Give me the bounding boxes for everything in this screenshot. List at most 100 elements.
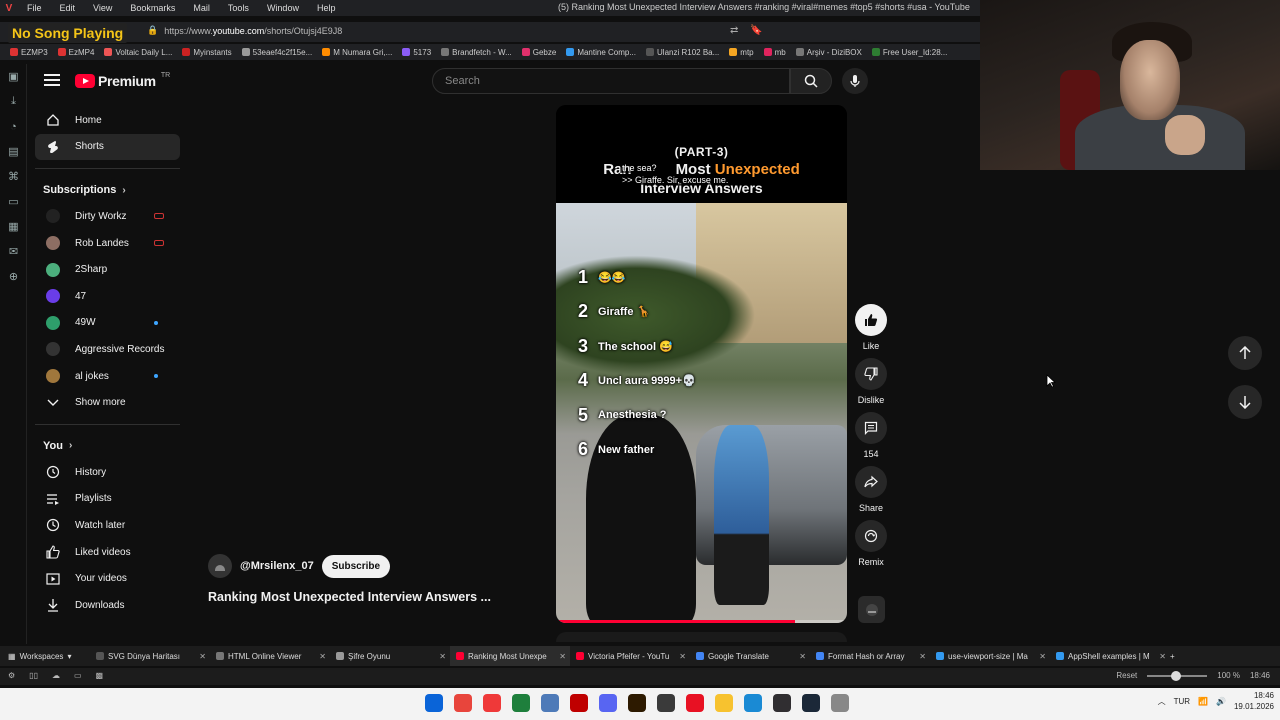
app-icon-3[interactable] xyxy=(831,694,849,712)
browser-tab[interactable]: Victoria Pfeifer - YouTu ✕ xyxy=(570,646,690,666)
record-icon[interactable] xyxy=(686,694,704,712)
bookmark-item[interactable]: Arşiv - DiziBOX xyxy=(795,48,862,57)
bookmark-item[interactable]: Mantine Comp... xyxy=(566,48,636,57)
url-text[interactable]: https://www.youtube.com/shorts/Otujsj4E9… xyxy=(164,26,342,36)
search-button[interactable] xyxy=(790,68,832,94)
search-input[interactable]: Search xyxy=(432,68,790,94)
channel-handle[interactable]: @Mrsilenx_07 xyxy=(240,560,314,572)
sidebar-item-history[interactable]: History xyxy=(35,459,180,486)
previous-short-button[interactable] xyxy=(1228,336,1262,370)
bookmark-item[interactable]: mb xyxy=(763,48,786,57)
menu-tools[interactable]: Tools xyxy=(219,3,258,13)
subscribe-button[interactable]: Subscribe xyxy=(321,554,391,578)
tab-close-icon[interactable]: ✕ xyxy=(1159,652,1166,661)
discord-icon[interactable] xyxy=(599,694,617,712)
tray-overflow-icon[interactable]: ︿ xyxy=(1158,696,1166,707)
sidebar-item-channel[interactable]: Rob Landes xyxy=(35,230,180,257)
workspaces-button[interactable]: ▦ Workspaces ▾ xyxy=(0,652,90,661)
sidebar-item-channel[interactable]: 47 xyxy=(35,283,180,310)
sidebar-item-channel[interactable]: al jokes xyxy=(35,363,180,390)
sidebar-item-shorts[interactable]: Shorts xyxy=(35,133,180,161)
cloud-sync-icon[interactable]: ☁ xyxy=(52,671,60,680)
remix-button[interactable] xyxy=(855,520,887,552)
tab-close-icon[interactable]: ✕ xyxy=(439,652,446,661)
language-indicator[interactable]: TUR xyxy=(1174,697,1190,706)
subscriptions-header[interactable]: Subscriptions › xyxy=(35,177,180,203)
sound-thumbnail[interactable] xyxy=(858,596,885,623)
sidebar-item-home[interactable]: Home xyxy=(35,107,180,134)
sidebar-item-channel[interactable]: Dirty Workz xyxy=(35,203,180,230)
bookmark-item[interactable]: Brandfetch - W... xyxy=(441,48,512,57)
app-icon-2[interactable] xyxy=(657,694,675,712)
browser-tab[interactable]: use-viewport-size | Ma ✕ xyxy=(930,646,1050,666)
browser-tab[interactable]: Şifre Oyunu ✕ xyxy=(330,646,450,666)
sidebar-item-liked-videos[interactable]: Liked videos xyxy=(35,539,180,566)
tab-close-icon[interactable]: ✕ xyxy=(559,652,566,661)
image-icon[interactable]: ▩ xyxy=(96,671,104,680)
short-title[interactable]: Ranking Most Unexpected Interview Answer… xyxy=(208,590,491,604)
bookmark-item[interactable]: Free User_Id:28... xyxy=(871,48,947,57)
tab-close-icon[interactable]: ✕ xyxy=(799,652,806,661)
sidebar-item-downloads[interactable]: Downloads xyxy=(35,592,180,619)
tab-close-icon[interactable]: ✕ xyxy=(919,652,926,661)
panel-feeds-icon[interactable]: ✉ xyxy=(0,239,27,264)
bookmark-item[interactable]: Ulanzi R102 Ba... xyxy=(646,48,719,57)
panel-bookmarks-icon[interactable]: ▣ xyxy=(0,64,27,89)
sidebar-item-your-videos[interactable]: Your videos xyxy=(35,565,180,592)
zoom-slider[interactable] xyxy=(1147,670,1208,681)
share-button[interactable] xyxy=(855,466,887,498)
menu-file[interactable]: File xyxy=(18,3,51,13)
next-short-preview[interactable] xyxy=(556,632,847,642)
filezilla-icon[interactable] xyxy=(570,694,588,712)
translate-icon[interactable]: ⇄ xyxy=(730,25,738,36)
browser-tab[interactable]: SVG Dünya Haritası ✕ xyxy=(90,646,210,666)
volume-icon[interactable]: 🔊 xyxy=(1216,697,1226,706)
comments-button[interactable] xyxy=(855,412,887,444)
panel-translate-icon[interactable]: ⌘ xyxy=(0,164,27,189)
illustrator-icon[interactable] xyxy=(628,694,646,712)
menu-help[interactable]: Help xyxy=(308,3,345,13)
sidebar-item-channel[interactable]: 2Sharp xyxy=(35,256,180,283)
sidebar-item-channel[interactable]: 49W xyxy=(35,310,180,337)
menu-bookmarks[interactable]: Bookmarks xyxy=(121,3,184,13)
bookmark-item[interactable]: EZMP3 xyxy=(10,48,48,57)
menu-mail[interactable]: Mail xyxy=(184,3,219,13)
bookmark-item[interactable]: EzMP4 xyxy=(57,48,94,57)
bookmark-item[interactable]: Voltaic Daily L... xyxy=(104,48,172,57)
vivaldi-logo-icon[interactable]: V xyxy=(0,3,18,14)
explorer-icon[interactable] xyxy=(715,694,733,712)
sidebar-item-playlists[interactable]: Playlists xyxy=(35,486,180,513)
bookmark-item[interactable]: Gebze xyxy=(521,48,556,57)
bookmark-item[interactable]: 5173 xyxy=(402,48,431,57)
panel-toggle-icon[interactable]: ⚙ xyxy=(8,671,15,680)
tiling-icon[interactable]: ▯▯ xyxy=(29,671,38,680)
show-more-button[interactable]: Show more xyxy=(35,389,180,416)
panel-downloads-icon[interactable]: ⤓ xyxy=(0,89,27,114)
vscode-icon[interactable] xyxy=(744,694,762,712)
obs-icon[interactable] xyxy=(773,694,791,712)
menu-window[interactable]: Window xyxy=(258,3,308,13)
short-video-player[interactable]: (PART-3) Ran Most Unexpected Interview An… xyxy=(556,105,847,623)
bookmark-item[interactable]: Myinstants xyxy=(182,48,232,57)
menu-hamburger-icon[interactable] xyxy=(44,72,60,88)
sidebar-item-channel[interactable]: Aggressive Records xyxy=(35,336,180,363)
panel-mail-icon[interactable]: ▭ xyxy=(0,189,27,214)
dislike-button[interactable] xyxy=(855,358,887,390)
panel-history-icon[interactable]: ◔ xyxy=(0,114,27,139)
taskbar-clock[interactable]: 18:46 19.01.2026 xyxy=(1234,690,1274,712)
browser-tab[interactable]: Ranking Most Unexpe ✕ xyxy=(450,646,570,666)
like-button[interactable] xyxy=(855,304,887,336)
lock-icon[interactable]: 🔒 xyxy=(147,25,158,36)
windows-start-icon[interactable] xyxy=(425,694,443,712)
panel-add-icon[interactable]: ⊕ xyxy=(0,264,27,289)
network-icon[interactable]: 📶 xyxy=(1198,697,1208,706)
bookmark-icon[interactable]: 🔖 xyxy=(750,25,762,36)
sidebar-item-watch-later[interactable]: Watch later xyxy=(35,512,180,539)
tab-close-icon[interactable]: ✕ xyxy=(199,652,206,661)
channel-avatar[interactable] xyxy=(208,554,232,578)
zoom-slider-thumb[interactable] xyxy=(1171,670,1182,681)
browser-tab[interactable]: AppShell examples | M ✕ xyxy=(1050,646,1170,666)
vivaldi-icon[interactable] xyxy=(483,694,501,712)
bookmark-item[interactable]: M Numara Gri,... xyxy=(322,48,392,57)
bookmark-item[interactable]: mtp xyxy=(729,48,754,57)
